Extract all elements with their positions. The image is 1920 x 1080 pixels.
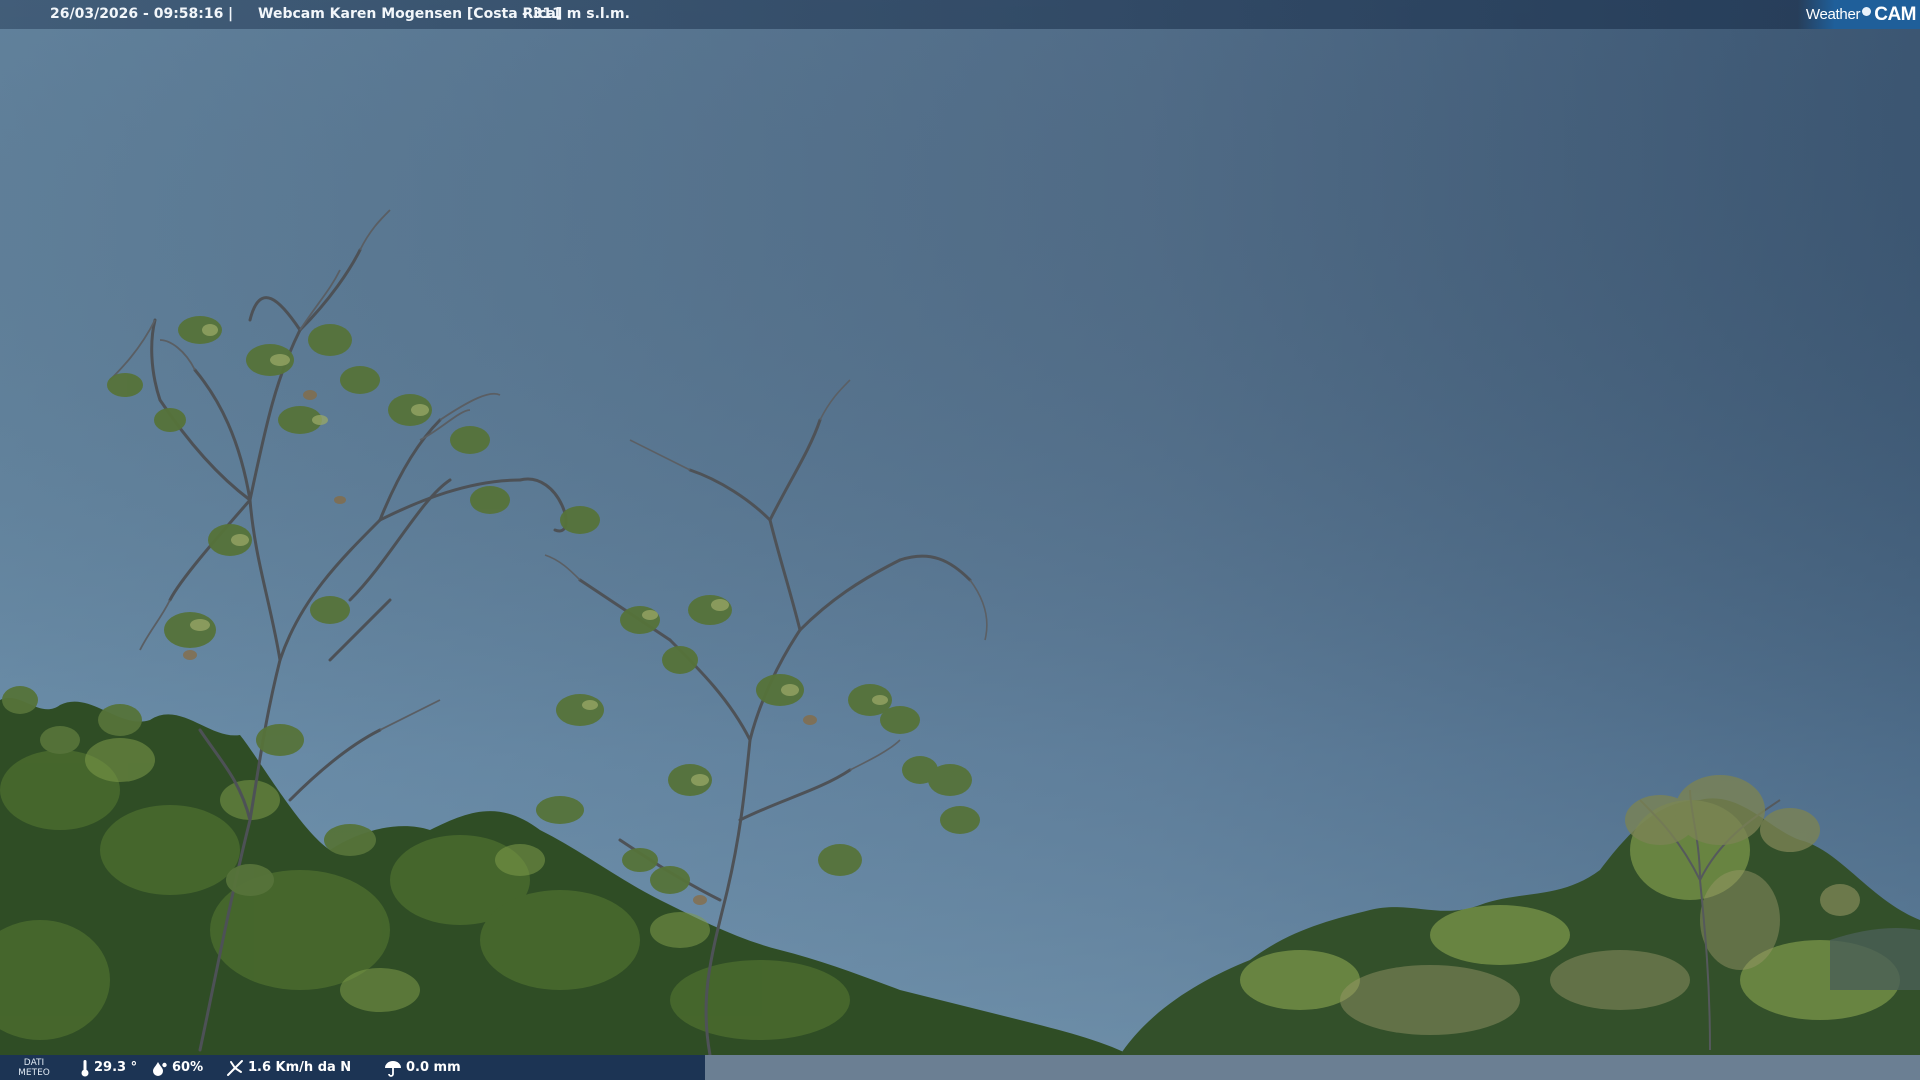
logo-dot-icon [1862,7,1872,16]
meteo-label: DATI METEO [14,1058,54,1078]
logo-cam: CAM [1874,3,1916,25]
wind-icon [227,1059,243,1076]
weathercam-logo: Weather CAM [1797,0,1920,29]
wind-reading: 1.6 Km/h da N [226,1055,351,1080]
webcam-image [0,0,1920,1080]
timestamp: 26/03/2026 - 09:58:16 [50,6,224,22]
wind-value: 1.6 Km/h da N [248,1060,352,1075]
rain-value: 0.0 mm [406,1060,461,1075]
separator: | [228,6,234,22]
temperature-reading: 29.3 ° [80,1055,137,1080]
distant-hill [1830,928,1920,990]
rain-umbrella-icon [385,1060,401,1077]
humidity-value: 60% [172,1060,204,1075]
webcam-frame: 26/03/2026 - 09:58:16 | Webcam Karen Mog… [0,0,1920,1080]
elevation: - 311 m s.l.m. [522,6,630,22]
meteo-label-line2: METEO [18,1068,50,1078]
weather-data-bar: DATI METEO 29.3 ° 60% 1.6 Km/h da N 0.0 … [0,1055,705,1080]
humidity-reading: 60% [152,1055,203,1080]
logo-word: Weather [1805,6,1861,23]
meteo-label-line1: DATI [23,1058,45,1068]
temperature-value: 29.3 ° [94,1060,138,1075]
thermometer-icon [81,1059,89,1076]
humidity-drop-icon [153,1061,167,1076]
webcam-title: Webcam Karen Mogensen [Costa Rica] [258,6,563,22]
rain-reading: 0.0 mm [384,1055,461,1080]
top-info-bar: 26/03/2026 - 09:58:16 | Webcam Karen Mog… [0,0,1920,29]
